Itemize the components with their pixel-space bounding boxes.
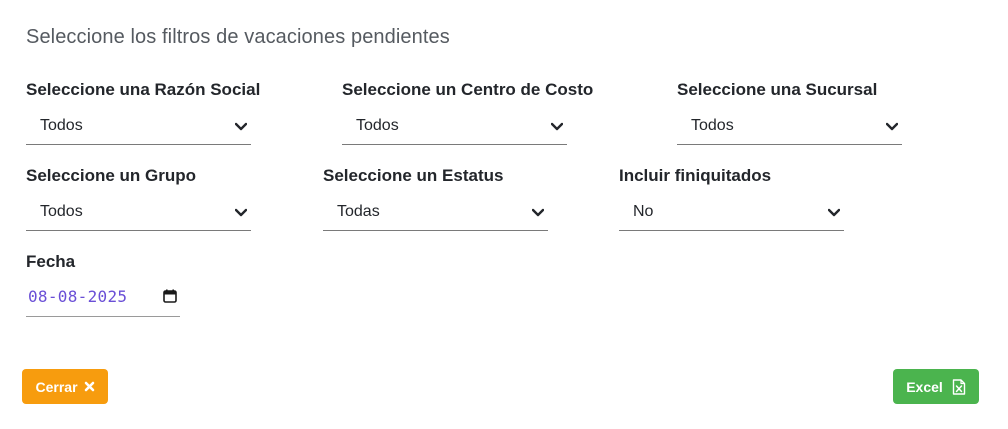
centro-costo-value: Todos (356, 117, 399, 134)
finiquitados-field: Incluir finiquitados No (619, 166, 844, 231)
fecha-label: Fecha (26, 252, 76, 271)
centro-costo-label: Seleccione un Centro de Costo (342, 80, 594, 99)
grupo-field: Seleccione un Grupo Todos (26, 166, 251, 231)
centro-costo-field: Seleccione un Centro de Costo Todos (342, 80, 594, 145)
file-excel-icon (952, 378, 965, 395)
close-button-label: Cerrar (35, 378, 78, 395)
sucursal-field: Seleccione una Sucursal Todos (677, 80, 902, 145)
razon-social-label: Seleccione una Razón Social (26, 80, 261, 99)
sucursal-select[interactable]: Todos (677, 116, 902, 145)
chevron-down-icon (886, 122, 898, 131)
chevron-down-icon (532, 208, 544, 217)
calendar-icon[interactable] (163, 289, 177, 303)
finiquitados-select[interactable]: No (619, 202, 844, 231)
estatus-value: Todas (337, 203, 380, 220)
grupo-value: Todos (40, 203, 83, 220)
chevron-down-icon (235, 208, 247, 217)
sucursal-value: Todos (691, 117, 734, 134)
times-icon (84, 381, 94, 392)
close-button[interactable]: Cerrar (22, 369, 108, 404)
chevron-down-icon (828, 208, 840, 217)
finiquitados-label: Incluir finiquitados (619, 166, 772, 185)
grupo-label: Seleccione un Grupo (26, 166, 197, 185)
razon-social-field: Seleccione una Razón Social Todos (26, 80, 261, 145)
estatus-label: Seleccione un Estatus (323, 166, 504, 185)
sucursal-label: Seleccione una Sucursal (677, 80, 878, 99)
page-title: Seleccione los filtros de vacaciones pen… (26, 26, 450, 48)
estatus-field: Seleccione un Estatus Todas (323, 166, 548, 231)
excel-button-label: Excel (906, 378, 943, 395)
chevron-down-icon (235, 122, 247, 131)
finiquitados-value: No (633, 203, 654, 220)
fecha-input[interactable]: 08-08-2025 (26, 287, 180, 317)
fecha-value: 08-08-2025 (28, 287, 128, 306)
chevron-down-icon (551, 122, 563, 131)
estatus-select[interactable]: Todas (323, 202, 548, 231)
excel-button[interactable]: Excel (893, 369, 979, 404)
razon-social-value: Todos (40, 117, 83, 134)
centro-costo-select[interactable]: Todos (342, 116, 567, 145)
grupo-select[interactable]: Todos (26, 202, 251, 231)
filters-dialog: Seleccione los filtros de vacaciones pen… (0, 0, 1008, 429)
fecha-field: Fecha 08-08-2025 (26, 252, 186, 317)
razon-social-select[interactable]: Todos (26, 116, 251, 145)
